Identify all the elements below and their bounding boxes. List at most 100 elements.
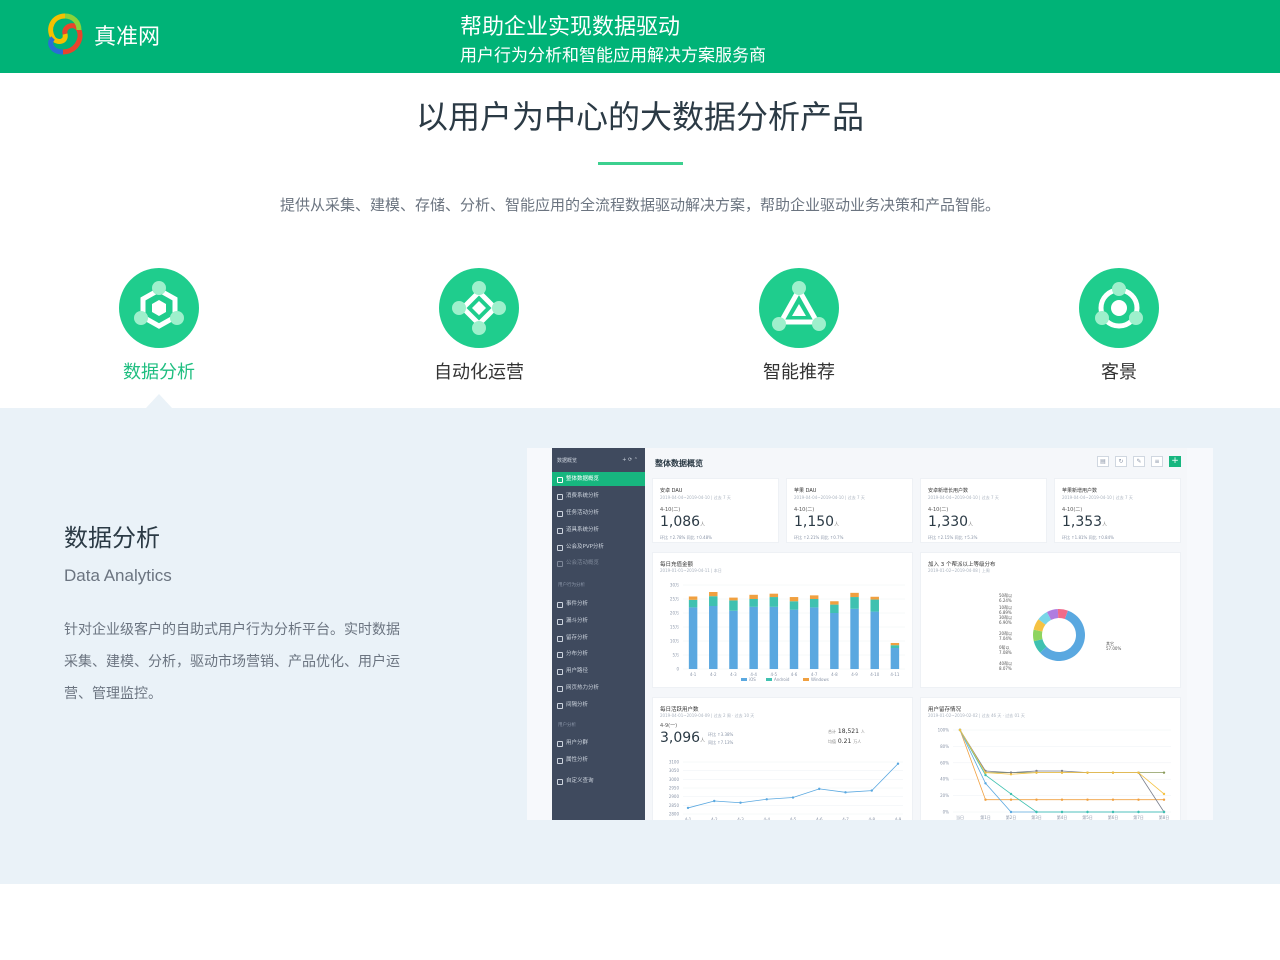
slice-value: 7.08%	[999, 650, 1012, 655]
data-point	[1086, 810, 1089, 814]
tab-automated-operations[interactable]: 自动化运营	[399, 268, 559, 384]
sidebar-item[interactable]: 事件分析	[552, 597, 645, 611]
x-tick-label: 第2日	[1006, 814, 1017, 820]
y-tick-label: 3100	[669, 760, 680, 765]
slice-value: 7.04%	[999, 636, 1012, 641]
x-tick-label: 第3日	[1031, 814, 1042, 820]
bar	[850, 597, 859, 609]
sidebar-item[interactable]: 自定义查询	[552, 774, 645, 788]
bar	[709, 606, 718, 669]
y-tick-label: 15万	[670, 625, 679, 630]
x-tick-label: 4-2	[711, 817, 718, 820]
data-point	[818, 787, 821, 791]
bar	[830, 601, 839, 605]
bar	[870, 611, 879, 669]
data-point	[984, 771, 987, 774]
bar	[749, 594, 758, 599]
sidebar-item[interactable]: 公会活动概览	[552, 556, 645, 570]
kpi-card[interactable]: 苹果 DAU 2019-04-04~2019-04-10 | 过去 7 天 4-…	[786, 478, 913, 543]
bar	[870, 596, 879, 600]
bar	[769, 593, 779, 598]
y-tick-label: 40%	[940, 777, 949, 782]
series-line	[959, 729, 1164, 774]
kpi-card[interactable]: 安卓新增长用户数 2019-04-04~2019-04-10 | 过去 7 天 …	[920, 478, 1047, 543]
bar	[709, 592, 718, 597]
bar	[830, 604, 839, 613]
bar	[688, 596, 698, 600]
data-point	[984, 798, 987, 801]
bar	[850, 608, 859, 669]
x-tick-label: 第1日	[980, 814, 991, 820]
bar	[709, 596, 718, 606]
kpi-card[interactable]: 苹果新增用户数 2019-04-04~2019-04-10 | 过去 7 天 4…	[1054, 478, 1181, 543]
logo-icon[interactable]	[45, 12, 85, 58]
bar	[809, 607, 819, 669]
page-title: 以用户为中心的大数据分析产品	[415, 98, 864, 136]
line-chart-card[interactable]: 每日活跃用户数 2019-04-01~2019-04-09 | 过去 2 周 ·…	[652, 697, 913, 820]
retention-chart-card[interactable]: 用户留存情况 2019-01-02~2019-02-02 | 过去 46 天 ·…	[920, 697, 1181, 820]
edit-icon[interactable]: ✎	[1133, 456, 1145, 467]
sidebar-item[interactable]: 公会及PVP分析	[552, 540, 645, 554]
dashboard-title: 整体数据概览	[655, 459, 703, 468]
sidebar-item[interactable]: 任务活动分析	[552, 506, 645, 520]
data-point	[1060, 798, 1064, 801]
data-point	[1162, 771, 1166, 774]
sidebar-item[interactable]: 网页热力分析	[552, 681, 645, 695]
x-tick-label: 4-10	[870, 672, 880, 677]
x-tick-label: 4-9	[895, 817, 902, 820]
save-icon[interactable]: ▤	[1097, 456, 1109, 467]
y-tick-label: 25万	[670, 597, 679, 602]
tab-data-analytics[interactable]: 数据分析	[79, 268, 239, 384]
sidebar-item-overview[interactable]: 整体数据概览	[552, 472, 645, 486]
x-tick-label: 4-11	[890, 672, 900, 677]
sidebar-item[interactable]: 间隔分析	[552, 698, 645, 712]
tab-customer-scene[interactable]: 客景	[1039, 268, 1199, 384]
hexagon-network-icon	[119, 268, 199, 348]
sidebar-item[interactable]: 用户分群	[552, 736, 645, 750]
data-point	[765, 798, 768, 801]
top-header: 真准网 帮助企业实现数据驱动 用户行为分析和智能应用解决方案服务商	[0, 0, 1280, 73]
tab-smart-recommendation[interactable]: 智能推荐	[719, 268, 879, 384]
sidebar-item[interactable]: 消费系统分析	[552, 489, 645, 503]
dashboard-sidebar: 数据概览 + ⟳ ⌃ 整体数据概览 消费系统分析 任务活动分析 道具系统分析 公会…	[552, 448, 645, 820]
donut-chart-card[interactable]: 加入 3 个帮派以上等级分布 2019-01-02~2019-04-08 | 上…	[920, 552, 1181, 688]
bar	[870, 599, 879, 612]
bar	[749, 599, 758, 607]
y-tick-label: 2900	[669, 794, 680, 799]
x-tick-label: 第8日	[1159, 814, 1170, 820]
bar	[789, 597, 799, 602]
bar	[850, 592, 859, 598]
legend-label: iOS	[749, 677, 756, 682]
bar	[769, 597, 779, 607]
sidebar-item[interactable]: 留存分析	[552, 631, 645, 645]
bar-chart-card[interactable]: 每日充值金额 2019-01-01~2019-04-11 | 本日 0 5万 10万…	[652, 552, 913, 688]
data-point	[686, 806, 690, 810]
kpi-card[interactable]: 安卓 DAU 2019-04-04~2019-04-10 | 过去 7 天 4-…	[652, 478, 779, 543]
refresh-icon[interactable]: ↻	[1115, 456, 1127, 467]
bar	[789, 601, 799, 610]
data-point	[1137, 771, 1140, 774]
sidebar-item[interactable]: 漏斗分析	[552, 614, 645, 628]
y-tick-label: 20万	[670, 611, 679, 616]
sidebar-item[interactable]: 分布分析	[552, 647, 645, 661]
tab-label: 自动化运营	[434, 362, 524, 383]
x-tick-label: 4-6	[816, 817, 823, 820]
data-point	[1035, 810, 1038, 814]
data-point	[713, 799, 716, 803]
x-tick-label: 4-9	[851, 672, 858, 677]
sidebar-item[interactable]: 道具系统分析	[552, 523, 645, 537]
menu-icon[interactable]: ≡	[1151, 456, 1163, 467]
sidebar-item[interactable]: 用户路径	[552, 664, 645, 678]
sidebar-header: 数据概览 + ⟳ ⌃	[557, 457, 638, 464]
legend-swatch	[803, 678, 809, 681]
logo-text[interactable]: 真准网	[94, 19, 160, 51]
data-point	[1111, 771, 1115, 774]
circle-network-icon	[1079, 268, 1159, 348]
bar	[729, 610, 738, 669]
bar	[688, 599, 698, 608]
sidebar-item[interactable]: 属性分析	[552, 753, 645, 767]
add-icon[interactable]: +	[1169, 456, 1181, 467]
data-point	[791, 796, 795, 799]
y-tick-label: 3050	[669, 768, 680, 773]
legend-label: Android	[774, 677, 790, 682]
